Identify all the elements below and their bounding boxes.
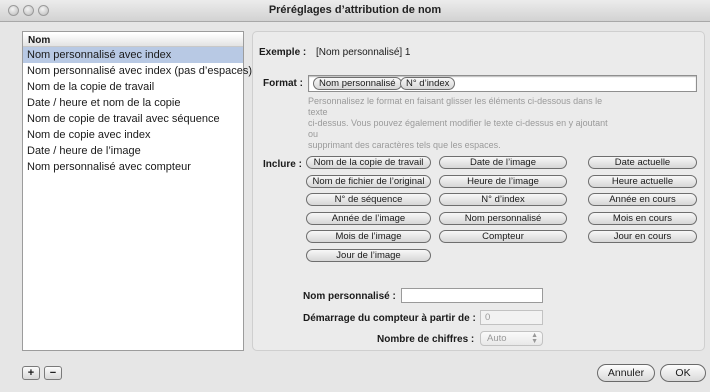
include-chip[interactable]: Heure actuelle: [588, 174, 697, 188]
include-chip[interactable]: Mois de l’image: [306, 230, 431, 243]
include-chip[interactable]: Année de l’image: [306, 211, 431, 225]
preset-list-item[interactable]: Date / heure et nom de la copie: [23, 95, 243, 111]
dialog-content: Nom Nom personnalisé avec index Nom perso…: [0, 22, 710, 392]
include-chip[interactable]: Nom de fichier de l’original: [306, 174, 431, 188]
include-chip[interactable]: Date de l’image: [439, 156, 567, 169]
format-field[interactable]: Nom personnalisé N° d’index: [308, 75, 697, 92]
preset-list-item[interactable]: Nom de copie de travail avec séquence: [23, 111, 243, 127]
include-chip[interactable]: Mois en cours: [588, 211, 697, 225]
include-chip[interactable]: Heure de l’image: [439, 174, 567, 188]
include-chip[interactable]: Date actuelle: [588, 156, 697, 169]
cancel-button[interactable]: Annuler: [597, 364, 655, 382]
stepper-arrows-icon: ▲ ▼: [531, 332, 538, 345]
preset-list-item[interactable]: Date / heure de l’image: [23, 143, 243, 159]
preset-editor-panel: Exemple : [Nom personnalisé] 1 Format : …: [252, 31, 705, 351]
include-chip[interactable]: Année en cours: [588, 193, 697, 206]
custom-name-label: Nom personnalisé :: [303, 291, 396, 302]
preset-list-item[interactable]: Nom personnalisé avec index (pas d’espac…: [23, 63, 252, 79]
format-token-custom-name[interactable]: Nom personnalisé: [313, 77, 402, 90]
preset-list: Nom Nom personnalisé avec index Nom perso…: [22, 31, 252, 351]
format-label: Format :: [263, 78, 303, 89]
example-value: [Nom personnalisé] 1: [316, 47, 411, 58]
counter-start-field[interactable]: 0: [480, 310, 543, 325]
include-chip[interactable]: Jour de l’image: [306, 248, 431, 262]
custom-name-field[interactable]: [401, 288, 543, 303]
counter-start-label: Démarrage du compteur à partir de :: [303, 313, 476, 324]
remove-preset-button[interactable]: −: [44, 366, 62, 380]
preset-list-item[interactable]: Nom de la copie de travail: [23, 79, 243, 95]
add-preset-button[interactable]: +: [22, 366, 40, 380]
include-chip[interactable]: Jour en cours: [588, 230, 697, 243]
include-chip[interactable]: Nom personnalisé: [439, 211, 567, 225]
digits-label: Nombre de chiffres :: [377, 334, 475, 345]
include-label: Inclure :: [263, 159, 302, 170]
digits-select[interactable]: Auto ▲ ▼: [480, 331, 543, 346]
format-hint: Personnalisez le format en faisant gliss…: [308, 96, 608, 150]
include-chip[interactable]: Nom de la copie de travail: [306, 156, 431, 169]
window-title: Préréglages d’attribution de nom: [268, 4, 442, 16]
title-bar: Préréglages d’attribution de nom: [0, 0, 710, 22]
list-header: Nom: [23, 34, 243, 47]
preset-list-item[interactable]: Nom de copie avec index: [23, 127, 243, 143]
preset-list-item[interactable]: Nom personnalisé avec compteur: [23, 159, 243, 175]
include-chip[interactable]: N° de séquence: [306, 193, 431, 206]
ok-button[interactable]: OK: [660, 364, 706, 382]
example-label: Exemple :: [259, 47, 307, 58]
include-chip[interactable]: Compteur: [439, 230, 567, 243]
preset-list-item[interactable]: Nom personnalisé avec index: [23, 47, 243, 63]
include-chip[interactable]: N° d’index: [439, 193, 567, 206]
format-token-index[interactable]: N° d’index: [400, 77, 456, 90]
